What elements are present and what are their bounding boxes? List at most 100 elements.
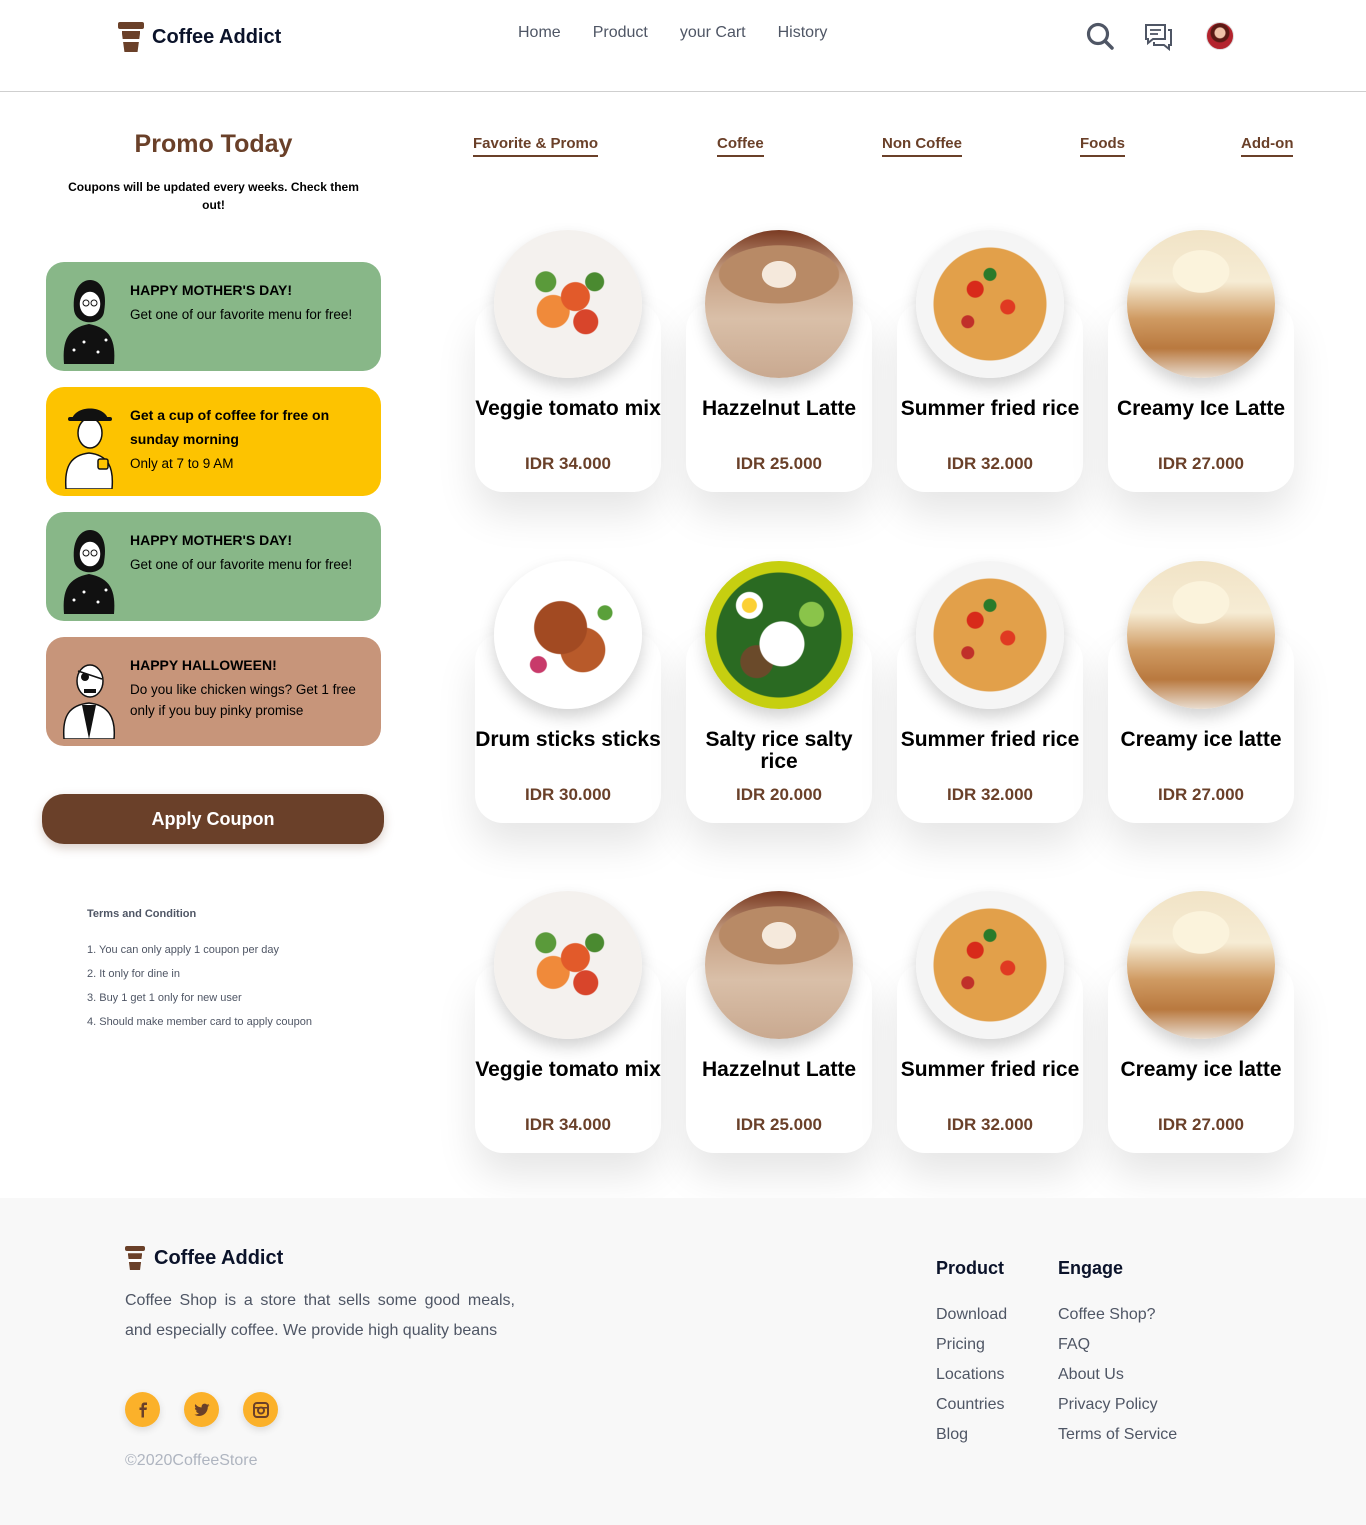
header-actions <box>1084 20 1234 52</box>
product-price: IDR 25.000 <box>736 1115 822 1134</box>
product-image <box>705 891 853 1039</box>
product-name: Summer fried rice <box>900 728 1080 751</box>
product-card[interactable]: Summer fried rice IDR 32.000 <box>897 561 1083 823</box>
social-links <box>125 1392 302 1427</box>
terms-item: 3. Buy 1 get 1 only for new user <box>87 992 242 1004</box>
tab-foods[interactable]: Foods <box>1080 135 1125 157</box>
footer-description: Coffee Shop is a store that sells some g… <box>125 1292 515 1339</box>
coupon-desc: Only at 7 to 9 AM <box>130 456 234 471</box>
coupon-title: HAPPY HALLOWEEN! <box>130 657 277 673</box>
terms-list: 1. You can only apply 1 coupon per day 2… <box>87 941 312 1037</box>
nav-cart[interactable]: your Cart <box>680 24 746 42</box>
coupon-desc: Get one of our favorite menu for free! <box>130 557 353 572</box>
man-with-cup-illustration-icon <box>64 408 114 489</box>
brand-logo[interactable]: Coffee Addict <box>118 22 281 52</box>
product-name: Hazzelnut Latte <box>701 397 856 420</box>
product-price: IDR 32.000 <box>947 1115 1033 1134</box>
product-image <box>1127 230 1275 378</box>
footer-column-product: Product Download Pricing Locations Count… <box>936 1258 1007 1450</box>
tab-non-coffee[interactable]: Non Coffee <box>882 135 962 157</box>
product-image <box>494 230 642 378</box>
footer-column-title: Engage <box>1058 1258 1124 1278</box>
product-image <box>1127 891 1275 1039</box>
product-image <box>494 891 642 1039</box>
footer-link-download[interactable]: Download <box>936 1300 1007 1330</box>
product-name: Creamy ice latte <box>1120 728 1282 751</box>
footer-link-terms-of-service[interactable]: Terms of Service <box>1058 1420 1177 1450</box>
terms-item: 1. You can only apply 1 coupon per day <box>87 944 280 956</box>
product-price: IDR 34.000 <box>525 454 611 473</box>
product-card[interactable]: Hazzelnut Latte IDR 25.000 <box>686 230 872 492</box>
product-price: IDR 20.000 <box>736 785 822 804</box>
twitter-icon[interactable] <box>184 1392 219 1427</box>
main-nav: Home Product your Cart History <box>518 24 859 42</box>
footer-brand-name: Coffee Addict <box>154 1246 284 1269</box>
product-card[interactable]: Creamy Ice Latte IDR 27.000 <box>1108 230 1294 492</box>
facebook-icon[interactable] <box>125 1392 160 1427</box>
product-card[interactable]: Summer fried rice IDR 32.000 <box>897 230 1083 492</box>
footer: Coffee Addict Coffee Shop is a store tha… <box>0 1198 1366 1525</box>
promo-title: Promo Today <box>134 130 293 158</box>
nav-product[interactable]: Product <box>593 24 648 42</box>
footer-link-blog[interactable]: Blog <box>936 1420 1007 1450</box>
product-image <box>705 561 853 709</box>
tab-favorite-promo[interactable]: Favorite & Promo <box>473 135 599 157</box>
brand-name: Coffee Addict <box>152 25 282 48</box>
footer-column-engage: Engage Coffee Shop? FAQ About Us Privacy… <box>1058 1258 1177 1450</box>
woman-illustration-icon <box>63 280 115 364</box>
coupon-desc: Get one of our favorite menu for free! <box>130 307 353 322</box>
product-image <box>705 230 853 378</box>
product-card[interactable]: Veggie tomato mix IDR 34.000 <box>475 891 661 1153</box>
product-name: Veggie tomato mix <box>475 397 661 420</box>
footer-link-locations[interactable]: Locations <box>936 1360 1007 1390</box>
footer-brand[interactable]: Coffee Addict <box>125 1246 283 1270</box>
product-card[interactable]: Drum sticks sticks IDR 30.000 <box>475 561 661 823</box>
tab-coffee[interactable]: Coffee <box>717 135 764 157</box>
coupon-card[interactable]: Get a cup of coffee for free on sunday m… <box>46 387 381 496</box>
product-name: Summer fried rice <box>900 397 1080 420</box>
footer-link-faq[interactable]: FAQ <box>1058 1330 1177 1360</box>
pirate-illustration-icon <box>62 664 116 739</box>
footer-link-pricing[interactable]: Pricing <box>936 1330 1007 1360</box>
terms-item: 2. It only for dine in <box>87 968 180 980</box>
tab-add-on[interactable]: Add-on <box>1241 135 1294 157</box>
product-image <box>916 230 1064 378</box>
product-price: IDR 32.000 <box>947 785 1033 804</box>
search-icon[interactable] <box>1084 20 1116 52</box>
product-price: IDR 27.000 <box>1158 454 1244 473</box>
product-name: Salty rice salty rice <box>705 728 853 773</box>
footer-link-privacy-policy[interactable]: Privacy Policy <box>1058 1390 1177 1420</box>
footer-link-about-us[interactable]: About Us <box>1058 1360 1177 1390</box>
product-price: IDR 34.000 <box>525 1115 611 1134</box>
nav-history[interactable]: History <box>778 24 828 42</box>
coupon-card[interactable]: HAPPY MOTHER'S DAY! Get one of our favor… <box>46 512 381 621</box>
instagram-icon[interactable] <box>243 1392 278 1427</box>
footer-column-title: Product <box>936 1258 1005 1278</box>
product-price: IDR 27.000 <box>1158 1115 1244 1134</box>
coffee-cup-icon <box>125 1246 145 1270</box>
product-image <box>916 891 1064 1039</box>
product-card[interactable]: Creamy ice latte IDR 27.000 <box>1108 561 1294 823</box>
coupon-desc: Do you like chicken wings? Get 1 free on… <box>130 682 356 718</box>
product-card[interactable]: Veggie tomato mix IDR 34.000 <box>475 230 661 492</box>
top-header: Coffee Addict Home Product your Cart His… <box>0 0 1366 92</box>
product-card[interactable]: Summer fried rice IDR 32.000 <box>897 891 1083 1153</box>
product-card[interactable]: Salty rice salty rice IDR 20.000 <box>686 561 872 823</box>
product-card[interactable]: Creamy ice latte IDR 27.000 <box>1108 891 1294 1153</box>
footer-link-coffee-shop[interactable]: Coffee Shop? <box>1058 1300 1177 1330</box>
apply-coupon-button[interactable]: Apply Coupon <box>42 794 384 844</box>
copyright: ©2020CoffeeStore <box>125 1452 258 1469</box>
coupon-card[interactable]: HAPPY HALLOWEEN! Do you like chicken win… <box>46 637 381 746</box>
nav-home[interactable]: Home <box>518 24 561 42</box>
coupon-title: Get a cup of coffee for free on sunday m… <box>130 407 330 447</box>
coupon-title: HAPPY MOTHER'S DAY! <box>130 282 293 298</box>
coupon-card[interactable]: HAPPY MOTHER'S DAY! Get one of our favor… <box>46 262 381 371</box>
promo-subtitle: Coupons will be updated every weeks. Che… <box>68 180 359 212</box>
footer-link-countries[interactable]: Countries <box>936 1390 1007 1420</box>
coffee-cup-icon <box>118 22 144 52</box>
avatar[interactable] <box>1206 22 1234 50</box>
terms-item: 4. Should make member card to apply coup… <box>87 1016 313 1028</box>
product-card[interactable]: Hazzelnut Latte IDR 25.000 <box>686 891 872 1153</box>
product-price: IDR 30.000 <box>525 785 611 804</box>
chat-icon[interactable] <box>1142 20 1174 52</box>
